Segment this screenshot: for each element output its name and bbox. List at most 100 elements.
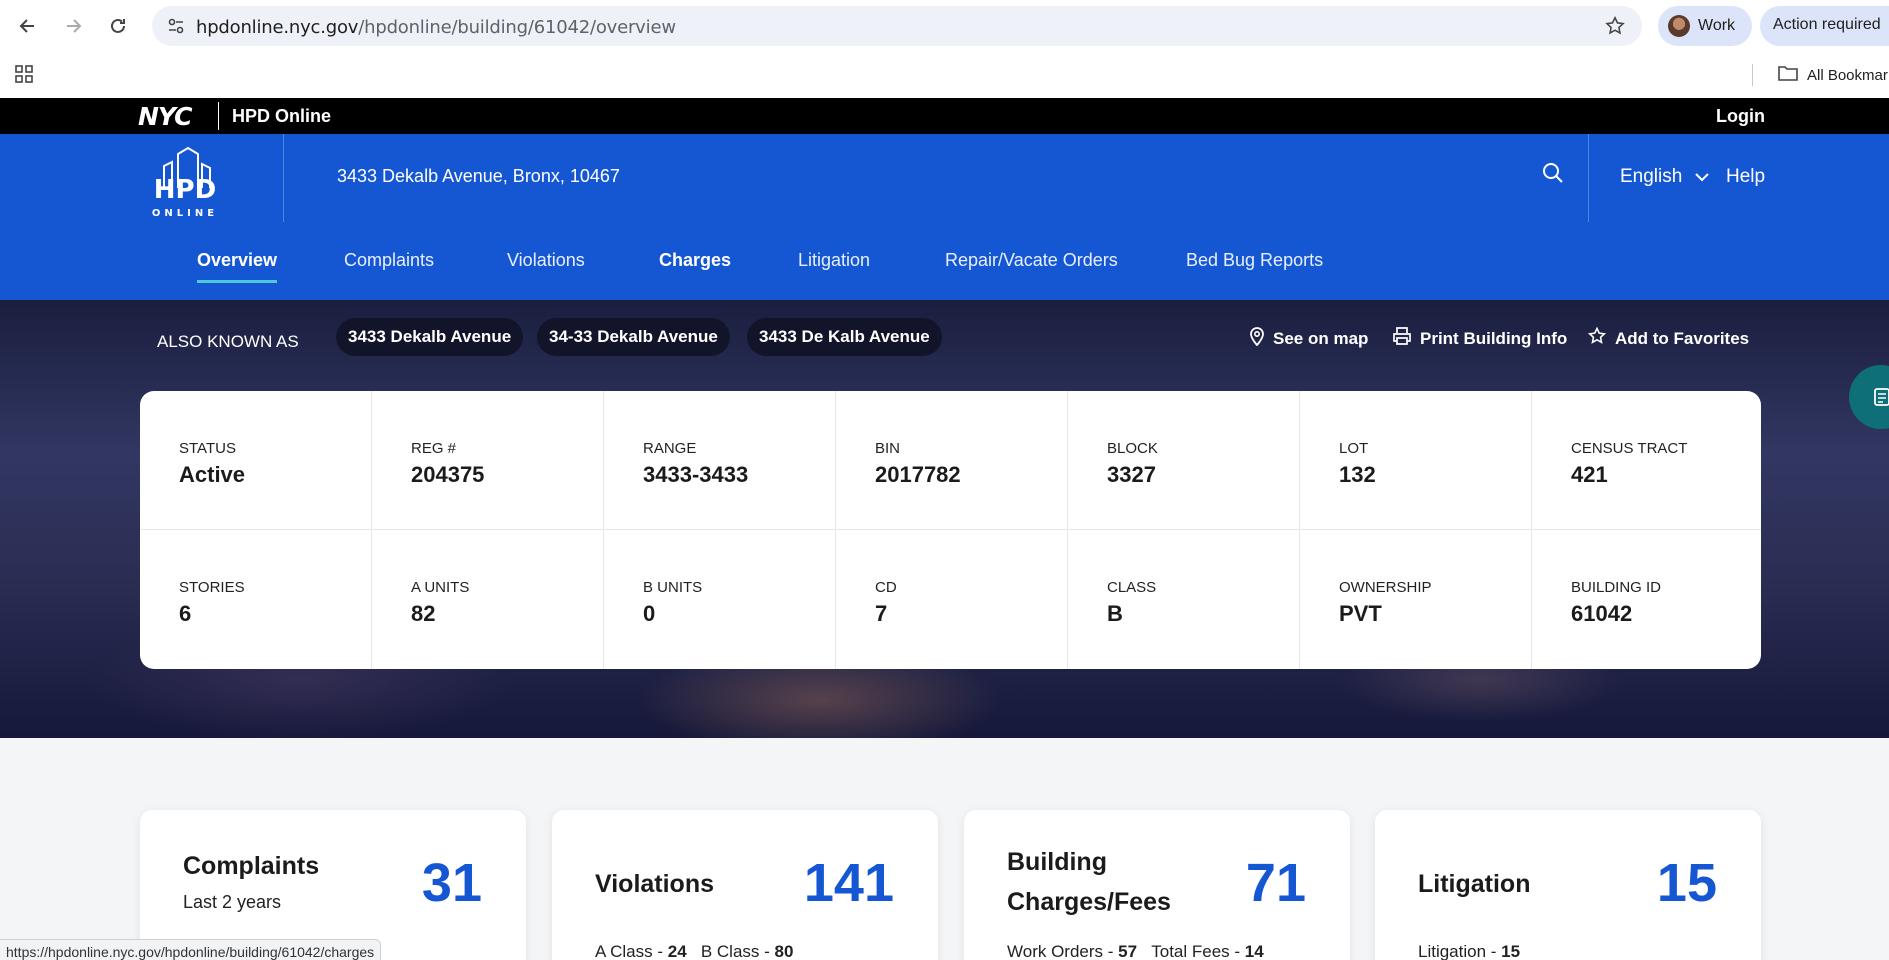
site-title[interactable]: HPD Online (232, 106, 331, 127)
info-class: CLASS B (1068, 530, 1300, 669)
info-census-tract: CENSUS TRACT 421 (1532, 391, 1761, 530)
forward-icon[interactable] (57, 10, 89, 42)
info-value: 7 (875, 601, 888, 626)
card-count: 141 (803, 853, 894, 913)
tab-overview[interactable]: Overview (197, 250, 278, 283)
tab-violations[interactable]: Violations (507, 250, 585, 271)
site-settings-icon[interactable] (166, 16, 186, 41)
folder-icon (1777, 64, 1799, 86)
favorites-label: Add to Favorites (1615, 328, 1750, 348)
info-value: 204375 (411, 462, 485, 487)
info-value: 6 (179, 601, 192, 626)
back-icon[interactable] (12, 10, 44, 42)
header-divider (283, 134, 284, 222)
info-value: 132 (1339, 462, 1376, 487)
info-label: BUILDING ID (1571, 579, 1662, 596)
add-to-favorites-button[interactable]: Add to Favorites (1587, 326, 1749, 351)
info-label: BLOCK (1107, 440, 1158, 457)
building-address: 3433 Dekalb Avenue, Bronx, 10467 (337, 166, 620, 186)
chevron-down-icon (1694, 166, 1710, 188)
print-building-info-button[interactable]: Print Building Info (1392, 326, 1567, 351)
info-value: B (1107, 601, 1123, 626)
tab-litigation[interactable]: Litigation (798, 250, 870, 271)
violations-summary-card[interactable]: Violations 141 A Class - 24 B Class - 80 (552, 810, 938, 960)
browser-toolbar: hpdonline.nyc.gov/hpdonline/building/610… (0, 0, 1889, 52)
language-select[interactable]: English (1620, 166, 1710, 188)
info-range: RANGE 3433-3433 (604, 391, 836, 530)
card-count: 15 (1656, 853, 1717, 913)
action-required-button[interactable]: Action required (1760, 6, 1889, 46)
info-label: REG # (411, 440, 457, 457)
hpd-logo[interactable]: HPD ONLINE (140, 144, 230, 220)
info-value: Active (179, 462, 246, 487)
tab-bar: Overview Complaints Violations Charges L… (0, 222, 1889, 300)
info-value: 0 (643, 601, 656, 626)
nyc-logo[interactable]: NYC (138, 102, 192, 131)
printer-icon (1392, 326, 1412, 351)
svg-text:ONLINE: ONLINE (152, 208, 218, 219)
info-label: RANGE (643, 440, 697, 457)
info-bin: BIN 2017782 (836, 391, 1068, 530)
search-icon[interactable] (1542, 162, 1564, 189)
all-bookmarks-label: All Bookmar (1807, 66, 1888, 84)
apps-grid-icon[interactable] (14, 64, 34, 89)
svg-text:HPD: HPD (154, 175, 216, 205)
header-divider (1588, 134, 1589, 222)
info-status: STATUS Active (140, 391, 372, 530)
card-title: Complaints (183, 852, 320, 880)
litigation-summary-card[interactable]: Litigation 15 Litigation - 15 (1375, 810, 1761, 960)
info-label: BIN (875, 440, 901, 457)
see-on-map-label: See on map (1273, 328, 1369, 348)
tab-charges[interactable]: Charges (659, 250, 731, 271)
card-title: Litigation (1418, 870, 1531, 898)
info-value: PVT (1339, 601, 1382, 626)
reload-icon[interactable] (102, 10, 134, 42)
info-label: STORIES (179, 579, 245, 596)
tab-bed-bug-reports[interactable]: Bed Bug Reports (1186, 250, 1323, 271)
info-building-id: BUILDING ID 61042 (1532, 530, 1761, 669)
info-value: 2017782 (875, 462, 961, 487)
info-block: BLOCK 3327 (1068, 391, 1300, 530)
card-subtitle: Last 2 years (183, 892, 282, 912)
info-label: CENSUS TRACT (1571, 440, 1688, 457)
bookmark-star-icon[interactable] (1604, 15, 1626, 42)
bookmarks-bar: All Bookmar (0, 52, 1889, 98)
info-label: A UNITS (411, 579, 470, 596)
tab-repair-vacate-orders[interactable]: Repair/Vacate Orders (945, 250, 1118, 271)
info-label: B UNITS (643, 579, 703, 596)
info-b-units: B UNITS 0 (604, 530, 836, 669)
login-link[interactable]: Login (1716, 106, 1765, 127)
info-value: 61042 (1571, 601, 1633, 626)
info-value: 3327 (1107, 462, 1156, 487)
aka-pill: 3433 De Kalb Avenue (747, 318, 942, 356)
feedback-fab[interactable] (1849, 365, 1889, 429)
info-value: 82 (411, 601, 436, 626)
complaints-summary-card[interactable]: Complaints Last 2 years 31 (140, 810, 526, 960)
nyc-divider (218, 102, 219, 130)
tab-complaints[interactable]: Complaints (344, 250, 434, 271)
document-icon (1873, 387, 1889, 412)
help-link[interactable]: Help (1726, 166, 1765, 188)
see-on-map-button[interactable]: See on map (1249, 326, 1368, 351)
card-detail: Work Orders - 57 Total Fees - 14 (1007, 942, 1264, 960)
charges-summary-card[interactable]: Building Charges/Fees 71 Work Orders - 57… (964, 810, 1350, 960)
card-title: Building Charges/Fees (1007, 848, 1171, 916)
all-bookmarks-button[interactable]: All Bookmar (1777, 64, 1888, 86)
info-label: CLASS (1107, 579, 1157, 596)
address-bar[interactable]: hpdonline.nyc.gov/hpdonline/building/610… (152, 6, 1642, 46)
url-text[interactable]: hpdonline.nyc.gov/hpdonline/building/610… (196, 17, 676, 38)
profile-button[interactable]: Work (1658, 6, 1752, 46)
card-count: 31 (421, 853, 482, 913)
star-icon (1587, 326, 1607, 351)
print-label: Print Building Info (1420, 328, 1568, 348)
card-title: Violations (595, 870, 715, 898)
aka-label: ALSO KNOWN AS (157, 332, 299, 351)
info-lot: LOT 132 (1300, 391, 1532, 530)
info-label: STATUS (179, 440, 236, 457)
info-cd: CD 7 (836, 530, 1068, 669)
card-detail: A Class - 24 B Class - 80 (595, 942, 794, 960)
aka-pill: 34-33 Dekalb Avenue (537, 318, 730, 356)
info-ownership: OWNERSHIP PVT (1300, 530, 1532, 669)
map-pin-icon (1249, 326, 1265, 351)
building-hero: ALSO KNOWN AS 3433 Dekalb Avenue 34-33 D… (0, 300, 1889, 738)
